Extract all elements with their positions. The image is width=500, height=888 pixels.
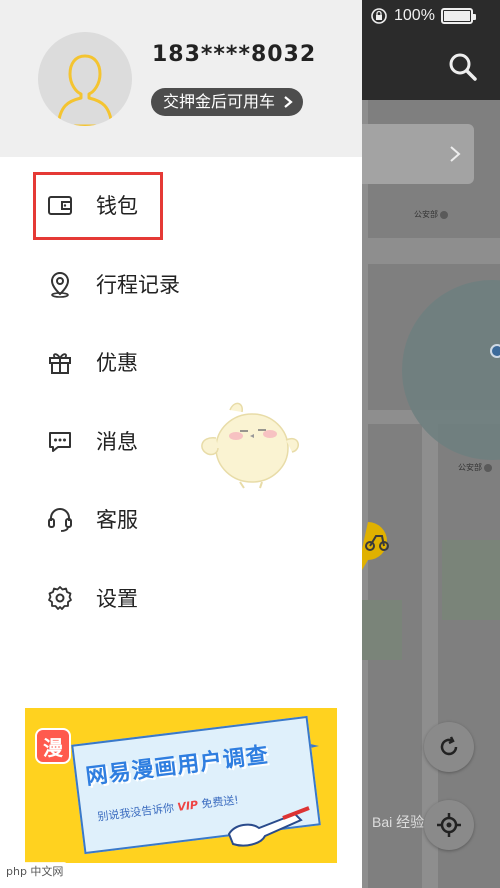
search-icon[interactable] bbox=[446, 50, 480, 84]
map-background[interactable]: 公安部 公安部 Bai 经验 bbox=[362, 0, 500, 888]
locate-button[interactable] bbox=[424, 800, 474, 850]
menu-label: 优惠 bbox=[96, 351, 138, 376]
deposit-label: 交押金后可用车 bbox=[163, 92, 276, 111]
wallet-highlight-box bbox=[33, 172, 163, 240]
refresh-button[interactable] bbox=[424, 722, 474, 772]
menu-item-settings[interactable]: 设置 bbox=[0, 559, 362, 638]
poi-dot-icon bbox=[484, 463, 492, 472]
poi-dot-icon bbox=[440, 210, 448, 219]
menu-label: 设置 bbox=[96, 586, 138, 611]
mascot-illustration bbox=[201, 402, 299, 489]
refresh-icon bbox=[440, 736, 458, 756]
map-poi-label: 公安部 bbox=[458, 462, 492, 473]
side-drawer: 183****8032 交押金后可用车 钱包 行程记录 优惠 消息 客服 设置 … bbox=[0, 0, 362, 888]
menu-item-offers[interactable]: 优惠 bbox=[0, 323, 362, 402]
menu-label: 客服 bbox=[96, 508, 138, 533]
battery-fill bbox=[443, 11, 470, 21]
current-location-dot bbox=[490, 344, 500, 358]
baidu-attribution: Bai 经验 bbox=[372, 814, 425, 830]
menu-label: 行程记录 bbox=[96, 272, 180, 297]
user-silhouette-icon bbox=[56, 54, 114, 126]
chevron-right-icon bbox=[284, 96, 293, 108]
battery-percent: 100% bbox=[394, 7, 435, 24]
site-watermark: php 中文网 bbox=[2, 862, 68, 880]
location-pin-icon bbox=[50, 271, 70, 298]
battery-icon bbox=[440, 8, 476, 24]
profile-header[interactable]: 183****8032 交押金后可用车 bbox=[0, 0, 362, 157]
status-bar: 100% bbox=[370, 6, 476, 26]
map-road bbox=[362, 238, 500, 264]
chevron-right-icon bbox=[450, 146, 461, 162]
gift-icon bbox=[49, 353, 71, 375]
menu-item-customer-service[interactable]: 客服 bbox=[0, 480, 362, 559]
headset-icon bbox=[48, 508, 72, 533]
map-green-block bbox=[442, 540, 500, 620]
user-phone: 183****8032 bbox=[152, 42, 317, 67]
rotation-lock-icon bbox=[371, 8, 387, 24]
map-info-card[interactable] bbox=[362, 124, 474, 184]
avatar[interactable] bbox=[38, 32, 132, 126]
crosshair-icon bbox=[437, 813, 461, 837]
menu-item-messages[interactable]: 消息 bbox=[0, 402, 362, 481]
promo-banner[interactable]: 漫 网易漫画用户调查 别说我没告诉你 VIP 免费送! bbox=[25, 708, 337, 863]
message-icon bbox=[49, 431, 71, 452]
bike-marker-icon[interactable] bbox=[362, 520, 398, 572]
gear-icon bbox=[48, 585, 72, 610]
deposit-button[interactable]: 交押金后可用车 bbox=[151, 88, 304, 116]
map-road bbox=[362, 100, 368, 888]
map-green-block bbox=[362, 600, 402, 660]
menu-label: 消息 bbox=[96, 429, 138, 454]
manhua-logo: 漫 bbox=[35, 728, 71, 764]
menu-item-trip-history[interactable]: 行程记录 bbox=[0, 245, 362, 324]
map-poi-label: 公安部 bbox=[414, 209, 448, 220]
map-range-circle bbox=[402, 280, 500, 460]
hand-pen-illustration bbox=[227, 806, 310, 847]
